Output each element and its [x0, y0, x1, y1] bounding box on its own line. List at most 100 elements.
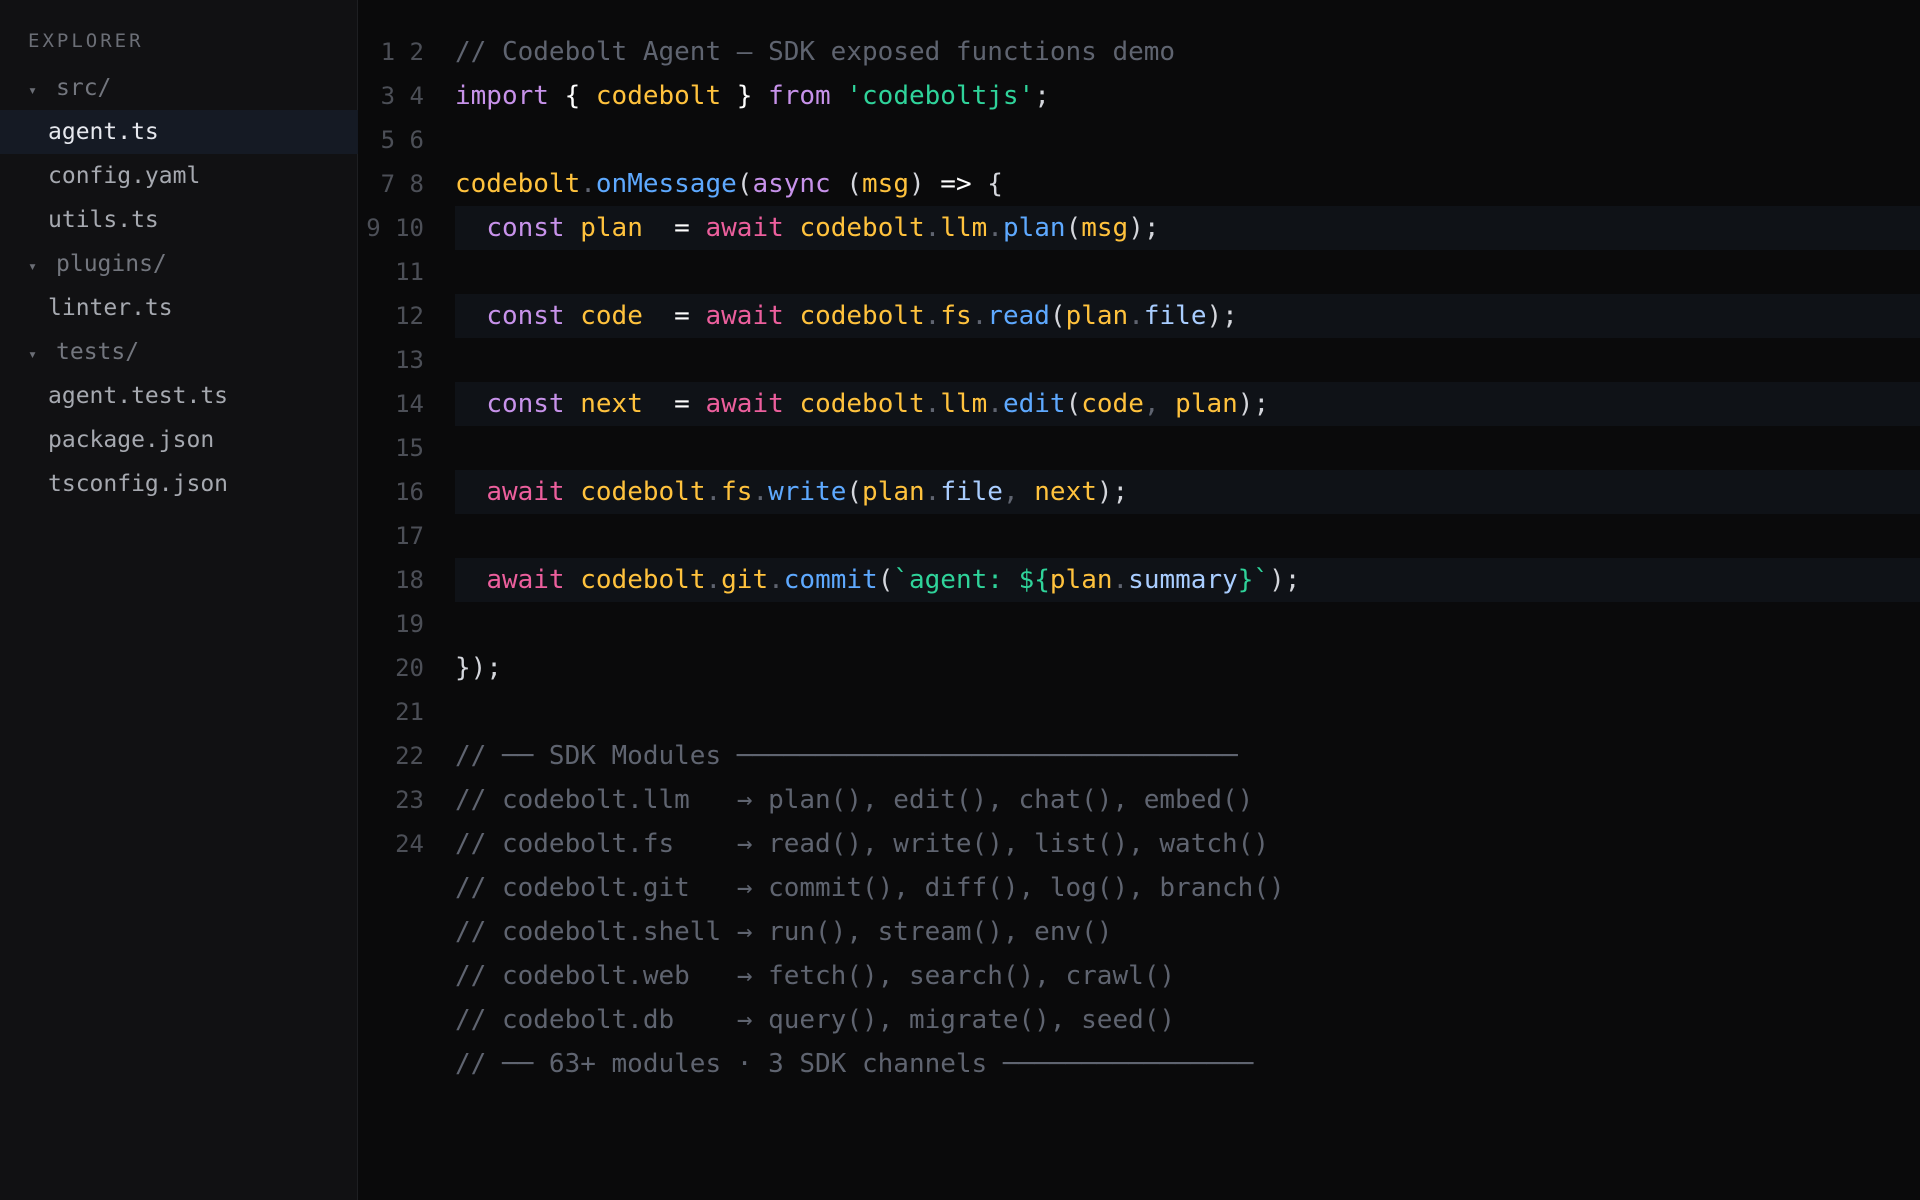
property: file: [940, 477, 1003, 507]
function: read: [987, 301, 1050, 331]
function: write: [768, 477, 847, 507]
line-number: 13: [395, 346, 424, 374]
code-line: // Codebolt Agent — SDK exposed function…: [455, 30, 1920, 74]
file-label: package.json: [48, 427, 215, 453]
line-number: 12: [395, 302, 424, 330]
punctuation: );: [1206, 301, 1238, 331]
function: commit: [783, 565, 878, 595]
property: summary: [1128, 565, 1238, 595]
comment: // codebolt.shell → run(), stream(), env…: [455, 917, 1113, 947]
code-line: });: [455, 646, 1920, 690]
line-number: 24: [395, 830, 424, 858]
identifier: codebolt: [799, 389, 925, 419]
code-line: import { codebolt } from 'codeboltjs';: [455, 74, 1920, 118]
identifier: plan: [1175, 389, 1238, 419]
punctuation: });: [455, 653, 502, 683]
keyword: from: [768, 81, 831, 111]
line-number: 16: [395, 478, 424, 506]
file-label: tsconfig.json: [48, 471, 229, 497]
folder-label: plugins/: [56, 251, 167, 277]
tree-file-agent-ts[interactable]: agent.ts: [0, 110, 358, 154]
identifier: next: [1034, 477, 1097, 507]
keyword: await: [486, 565, 565, 595]
line-number: 7 8: [380, 170, 424, 198]
tree-folder-tests[interactable]: ▾ tests/: [0, 330, 358, 374]
identifier: llm: [940, 389, 988, 419]
tree-folder-src[interactable]: ▾ src/: [0, 66, 358, 110]
punctuation: (: [830, 169, 863, 199]
keyword: await: [705, 301, 784, 331]
tree-folder-plugins[interactable]: ▾ plugins/: [0, 242, 358, 286]
identifier: msg: [862, 169, 909, 199]
comment: // codebolt.git → commit(), diff(), log(…: [455, 873, 1285, 903]
line-number: 22: [395, 742, 424, 770]
identifier: plan: [1049, 565, 1113, 595]
identifier: msg: [1081, 213, 1129, 243]
line-number: 15: [395, 434, 424, 462]
line-number: 1 2: [380, 38, 424, 66]
punctuation: (: [736, 169, 753, 199]
code-line: // codebolt.git → commit(), diff(), log(…: [455, 866, 1920, 910]
tree-file-utils-ts[interactable]: utils.ts: [0, 198, 358, 242]
code-line: // ── 63+ modules · 3 SDK channels ─────…: [455, 1042, 1920, 1086]
identifier: code: [580, 301, 643, 331]
line-number: 9 10: [366, 214, 424, 242]
comment: // codebolt.llm → plan(), edit(), chat()…: [455, 785, 1254, 815]
punctuation: ,: [1002, 477, 1035, 507]
identifier: codebolt: [799, 301, 925, 331]
tree-file-tsconfig-json[interactable]: tsconfig.json: [0, 462, 358, 506]
chevron-down-icon: ▾: [28, 257, 38, 275]
tree-file-config-yaml[interactable]: config.yaml: [0, 154, 358, 198]
code-editor[interactable]: 1 2 3 4 5 6 7 8 9 10 11 12 13 14 15 16 1…: [359, 0, 1920, 1200]
punctuation: ,: [1143, 389, 1176, 419]
line-number: 17: [395, 522, 424, 550]
line-number-gutter: 1 2 3 4 5 6 7 8 9 10 11 12 13 14 15 16 1…: [359, 30, 424, 866]
code-line: // codebolt.llm → plan(), edit(), chat()…: [455, 778, 1920, 822]
code-line-highlighted: const plan = await codebolt.llm.plan(msg…: [455, 206, 1920, 250]
code-line: // codebolt.shell → run(), stream(), env…: [455, 910, 1920, 954]
tree-file-linter-ts[interactable]: linter.ts: [0, 286, 358, 330]
template-string: }`: [1237, 565, 1270, 595]
folder-label: src/: [56, 75, 112, 101]
line-number: 18: [395, 566, 424, 594]
keyword: async: [752, 169, 831, 199]
line-number: 21: [395, 698, 424, 726]
keyword: await: [705, 213, 784, 243]
chevron-down-icon: ▾: [28, 345, 38, 363]
tree-file-agent-test-ts[interactable]: agent.test.ts: [0, 374, 358, 418]
function: onMessage: [595, 169, 737, 199]
file-explorer-sidebar: EXPLORER ▾ src/ agent.ts config.yaml util…: [0, 0, 358, 1200]
property: file: [1143, 301, 1207, 331]
code-line-highlighted: await codebolt.git.commit(`agent: ${plan…: [455, 558, 1920, 602]
identifier: fs: [721, 477, 753, 507]
line-number: 5 6: [380, 126, 424, 154]
explorer-title: EXPLORER: [28, 30, 144, 52]
punctuation: );: [1096, 477, 1129, 507]
identifier: git: [721, 565, 769, 595]
comment: // codebolt.db → query(), migrate(), see…: [455, 1005, 1176, 1035]
operator: =: [642, 301, 706, 331]
chevron-down-icon: ▾: [28, 81, 38, 99]
keyword: await: [486, 477, 565, 507]
file-label: agent.test.ts: [48, 383, 229, 409]
tree-file-package-json[interactable]: package.json: [0, 418, 358, 462]
line-number: 23: [395, 786, 424, 814]
file-label: config.yaml: [48, 163, 201, 189]
file-label: linter.ts: [48, 295, 173, 321]
operator: =: [642, 213, 706, 243]
line-number: 19: [395, 610, 424, 638]
identifier: codebolt: [799, 213, 925, 243]
code-content[interactable]: // Codebolt Agent — SDK exposed function…: [455, 30, 1920, 1086]
comment: // ── 63+ modules · 3 SDK channels ─────…: [455, 1049, 1254, 1079]
operator: =: [642, 389, 706, 419]
code-line-highlighted: const next = await codebolt.llm.edit(cod…: [455, 382, 1920, 426]
punctuation: .: [580, 169, 596, 199]
comment: // codebolt.fs → read(), write(), list()…: [455, 829, 1269, 859]
keyword: const: [486, 213, 565, 243]
